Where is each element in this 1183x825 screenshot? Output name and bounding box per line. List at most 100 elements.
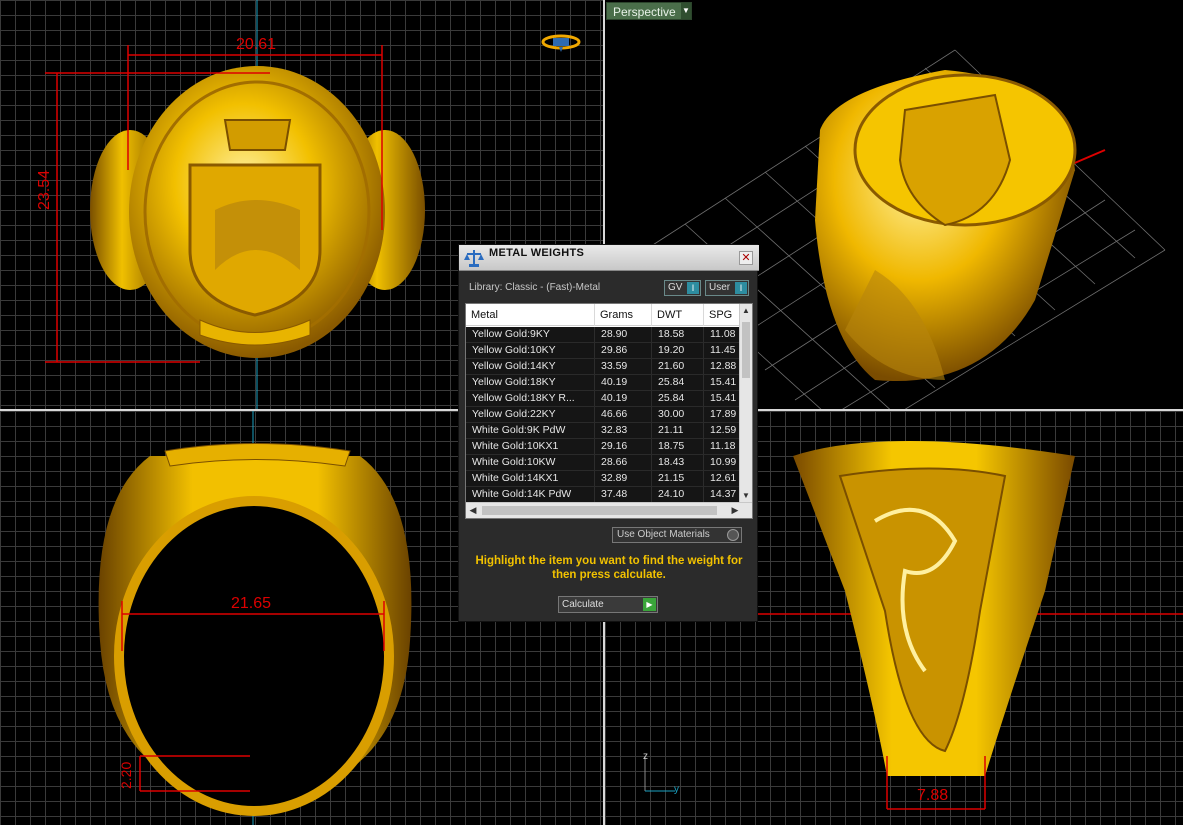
table-row[interactable]: Yellow Gold:10KY 29.86 19.20 11.45: [466, 343, 741, 359]
grams-cell: 46.66: [595, 407, 652, 422]
dimension-top-height: 23.54: [36, 169, 53, 210]
table-row[interactable]: White Gold:10KX1 29.16 18.75 11.18: [466, 439, 741, 455]
grams-cell: 32.83: [595, 423, 652, 438]
table-row[interactable]: Yellow Gold:14KY 33.59 21.60 12.88: [466, 359, 741, 375]
spg-cell: 12.59: [704, 423, 741, 438]
user-toggle[interactable]: User I: [705, 280, 749, 296]
scroll-right-icon[interactable]: ▶: [728, 503, 742, 518]
dwt-cell: 19.20: [652, 343, 704, 358]
column-header-dwt[interactable]: DWT: [652, 304, 704, 326]
dwt-cell: 18.43: [652, 455, 704, 470]
metal-cell: White Gold:10KW: [466, 455, 595, 470]
viewport-mode-dropdown[interactable]: Perspective ▼: [606, 2, 692, 20]
metal-cell: Yellow Gold:22KY: [466, 407, 595, 422]
dwt-cell: 25.84: [652, 375, 704, 390]
dwt-cell: 24.10: [652, 487, 704, 502]
table-row[interactable]: Yellow Gold:22KY 46.66 30.00 17.89: [466, 407, 741, 423]
close-icon[interactable]: ✕: [739, 251, 753, 265]
grams-cell: 40.19: [595, 375, 652, 390]
table-vertical-scrollbar[interactable]: ▲ ▼: [739, 304, 752, 502]
table-row[interactable]: White Gold:10KW 28.66 18.43 10.99: [466, 455, 741, 471]
dimension-top-width: 20.61: [236, 36, 277, 53]
axis-z-label: z: [643, 751, 648, 762]
metal-cell: Yellow Gold:9KY: [466, 327, 595, 342]
spg-cell: 10.99: [704, 455, 741, 470]
metal-cell: Yellow Gold:18KY: [466, 375, 595, 390]
table-horizontal-scrollbar[interactable]: ◀ ▶: [466, 502, 752, 518]
calculate-button[interactable]: Calculate ▶: [558, 596, 658, 613]
grams-cell: 29.16: [595, 439, 652, 454]
dwt-cell: 25.84: [652, 391, 704, 406]
axis-y-label: y: [674, 784, 679, 795]
grams-cell: 32.89: [595, 471, 652, 486]
viewport-mode-label: Perspective: [613, 5, 676, 19]
metal-cell: Yellow Gold:10KY: [466, 343, 595, 358]
dwt-cell: 18.58: [652, 327, 704, 342]
grams-cell: 37.48: [595, 487, 652, 502]
metal-cell: Yellow Gold:14KY: [466, 359, 595, 374]
dialog-title-bar[interactable]: METAL WEIGHTS ✕: [459, 245, 759, 271]
spg-cell: 15.41: [704, 391, 741, 406]
spg-cell: 12.88: [704, 359, 741, 374]
scroll-down-icon[interactable]: ▼: [740, 489, 752, 502]
column-header-spg[interactable]: SPG: [704, 304, 741, 326]
gv-toggle[interactable]: GV I: [664, 280, 701, 296]
spg-cell: 15.41: [704, 375, 741, 390]
dialog-title: METAL WEIGHTS: [489, 247, 585, 259]
table-body: Yellow Gold:9KY 28.90 18.58 11.08 Yellow Gol…: [466, 327, 741, 503]
user-toggle-indicator: I: [735, 282, 747, 294]
table-row[interactable]: Yellow Gold:9KY 28.90 18.58 11.08: [466, 327, 741, 343]
user-toggle-label: User: [709, 282, 731, 293]
metal-cell: Yellow Gold:18KY R...: [466, 391, 595, 406]
metal-weights-table[interactable]: Metal Grams DWT SPG Yellow Gold:9KY 28.90…: [465, 303, 753, 519]
scale-icon: [464, 250, 484, 267]
spg-cell: 11.08: [704, 327, 741, 342]
spg-cell: 17.89: [704, 407, 741, 422]
play-icon: ▶: [643, 598, 656, 611]
grams-cell: 40.19: [595, 391, 652, 406]
scroll-left-icon[interactable]: ◀: [466, 503, 480, 518]
grams-cell: 28.90: [595, 327, 652, 342]
cad-workspace: 20.61 23.54 Perspective ▼ 21.65 2.20 7.8…: [0, 0, 1183, 825]
use-object-materials-label: Use Object Materials: [617, 529, 710, 540]
vertical-scroll-thumb[interactable]: [742, 322, 750, 378]
dimension-shank-thickness: 2.20: [118, 761, 134, 789]
table-row[interactable]: Yellow Gold:18KY R... 40.19 25.84 15.41: [466, 391, 741, 407]
dwt-cell: 18.75: [652, 439, 704, 454]
metal-cell: White Gold:14K PdW: [466, 487, 595, 502]
column-header-grams[interactable]: Grams: [595, 304, 652, 326]
radio-icon: [727, 529, 739, 541]
spg-cell: 12.61: [704, 471, 741, 486]
table-row[interactable]: Yellow Gold:18KY 40.19 25.84 15.41: [466, 375, 741, 391]
table-row[interactable]: White Gold:14KX1 32.89 21.15 12.61: [466, 471, 741, 487]
metal-cell: White Gold:14KX1: [466, 471, 595, 486]
chevron-down-icon: ▼: [681, 3, 691, 19]
grams-cell: 33.59: [595, 359, 652, 374]
view-cube-icon[interactable]: [541, 32, 581, 56]
grams-cell: 28.66: [595, 455, 652, 470]
table-row[interactable]: White Gold:9K PdW 32.83 21.11 12.59: [466, 423, 741, 439]
spg-cell: 14.37: [704, 487, 741, 502]
table-header: Metal Grams DWT SPG: [466, 304, 741, 326]
dwt-cell: 21.60: [652, 359, 704, 374]
scroll-up-icon[interactable]: ▲: [740, 304, 752, 317]
gv-toggle-label: GV: [668, 282, 683, 293]
library-label: Library: Classic - (Fast)-Metal: [469, 282, 601, 293]
table-row[interactable]: White Gold:14K PdW 37.48 24.10 14.37: [466, 487, 741, 503]
calculate-label: Calculate: [562, 599, 604, 610]
dimension-inner-diameter: 21.65: [231, 595, 272, 612]
use-object-materials-option[interactable]: Use Object Materials: [612, 527, 742, 543]
grams-cell: 29.86: [595, 343, 652, 358]
metal-weights-dialog: METAL WEIGHTS ✕ Library: Classic - (Fast…: [458, 244, 759, 622]
dimension-shank-width: 7.88: [917, 787, 949, 804]
metal-cell: White Gold:10KX1: [466, 439, 595, 454]
horizontal-scroll-thumb[interactable]: [482, 506, 717, 515]
instruction-text: Highlight the item you want to find the …: [475, 555, 743, 581]
spg-cell: 11.45: [704, 343, 741, 358]
spg-cell: 11.18: [704, 439, 741, 454]
dwt-cell: 21.11: [652, 423, 704, 438]
gv-toggle-indicator: I: [687, 282, 699, 294]
column-header-metal[interactable]: Metal: [466, 304, 595, 326]
metal-cell: White Gold:9K PdW: [466, 423, 595, 438]
dwt-cell: 30.00: [652, 407, 704, 422]
